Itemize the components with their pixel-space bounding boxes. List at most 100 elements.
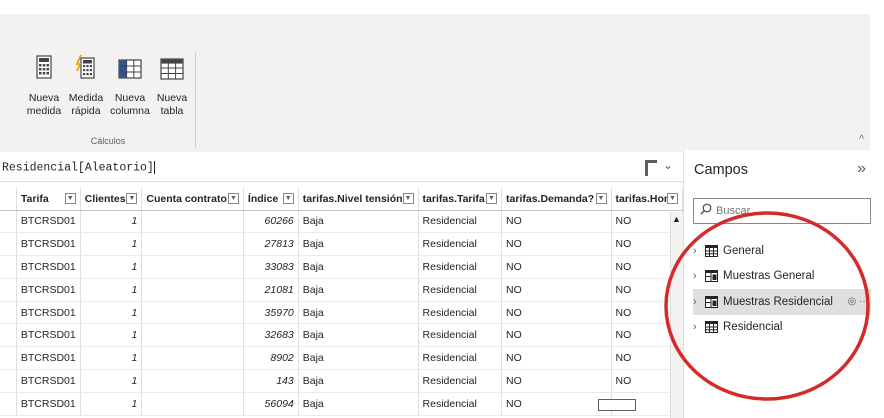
table-cell[interactable]: NO bbox=[501, 255, 612, 279]
formula-bar[interactable]: Residencial[Aleatorio] ⌄ bbox=[0, 156, 683, 182]
table-cell[interactable]: 1 bbox=[80, 255, 143, 279]
table-cell[interactable] bbox=[0, 232, 17, 257]
collapse-pane-icon[interactable]: » bbox=[857, 160, 866, 178]
table-cell[interactable]: Baja bbox=[298, 301, 419, 325]
table-cell[interactable]: Baja bbox=[298, 278, 419, 302]
table-cell[interactable]: BTCRSD01 bbox=[16, 278, 81, 302]
table-cell[interactable]: BTCRSD01 bbox=[16, 210, 81, 234]
table-cell[interactable]: 1 bbox=[80, 392, 143, 416]
table-cell[interactable]: 1 bbox=[80, 210, 143, 234]
table-cell[interactable] bbox=[141, 278, 244, 302]
column-header[interactable]: Cuenta contrato ▼ bbox=[141, 188, 244, 211]
table-row[interactable]: BTCRSD01 1 33083 Baja Residencial NO NO bbox=[0, 255, 683, 279]
table-cell[interactable]: 35970 bbox=[243, 301, 299, 325]
column-filter-dropdown-icon[interactable]: ▼ bbox=[486, 193, 498, 204]
table-cell[interactable]: Baja bbox=[298, 392, 419, 416]
new-column-button[interactable]: Nueva columna bbox=[108, 54, 152, 118]
table-cell[interactable]: 33083 bbox=[243, 255, 299, 279]
column-header[interactable] bbox=[0, 188, 17, 211]
column-filter-dropdown-icon[interactable]: ▼ bbox=[402, 193, 414, 204]
table-cell[interactable]: Baja bbox=[298, 255, 419, 279]
table-cell[interactable]: NO bbox=[501, 369, 612, 393]
column-filter-dropdown-icon[interactable]: ▼ bbox=[126, 193, 138, 204]
table-row[interactable]: BTCRSD01 1 60266 Baja Residencial NO NO bbox=[0, 210, 683, 234]
table-cell[interactable] bbox=[141, 346, 244, 371]
column-header[interactable]: tarifas.Nivel tensión ▼ bbox=[298, 188, 419, 211]
table-cell[interactable]: 8902 bbox=[243, 346, 299, 371]
table-cell[interactable] bbox=[0, 255, 17, 279]
table-cell[interactable]: 60266 bbox=[243, 210, 299, 234]
table-cell[interactable]: 143 bbox=[243, 369, 299, 393]
table-cell[interactable] bbox=[141, 392, 244, 416]
column-filter-dropdown-icon[interactable]: ▼ bbox=[227, 193, 239, 204]
table-cell[interactable] bbox=[0, 346, 17, 371]
column-header[interactable]: Clientes ▼ bbox=[80, 188, 143, 211]
column-filter-dropdown-icon[interactable]: ▼ bbox=[282, 193, 294, 204]
table-cell[interactable]: NO bbox=[501, 210, 612, 234]
table-cell[interactable]: Residencial bbox=[418, 323, 503, 348]
new-table-button[interactable]: Nueva tabla bbox=[150, 54, 194, 118]
table-cell[interactable]: NO bbox=[501, 392, 612, 416]
table-cell[interactable]: BTCRSD01 bbox=[16, 301, 81, 325]
flag-icon[interactable] bbox=[645, 160, 657, 176]
quick-measure-button[interactable]: Medida rápida bbox=[64, 54, 108, 118]
column-header[interactable]: tarifas.Demanda? ▼ bbox=[501, 188, 612, 211]
table-cell[interactable]: BTCRSD01 bbox=[16, 232, 81, 257]
table-cell[interactable]: 56094 bbox=[243, 392, 299, 416]
table-row[interactable]: BTCRSD01 1 35970 Baja Residencial NO NO bbox=[0, 301, 683, 325]
table-cell[interactable] bbox=[0, 392, 17, 416]
table-cell[interactable]: Baja bbox=[298, 346, 419, 371]
table-cell[interactable]: BTCRSD01 bbox=[16, 255, 81, 279]
table-row[interactable]: BTCRSD01 1 21081 Baja Residencial NO NO bbox=[0, 278, 683, 302]
table-cell[interactable]: Baja bbox=[298, 232, 419, 257]
table-cell[interactable]: Residencial bbox=[418, 210, 503, 234]
table-cell[interactable]: Residencial bbox=[418, 392, 503, 416]
table-cell[interactable]: 21081 bbox=[243, 278, 299, 302]
table-cell[interactable]: 1 bbox=[80, 323, 143, 348]
collapse-ribbon-icon[interactable]: ^ bbox=[859, 134, 864, 145]
table-cell[interactable] bbox=[0, 323, 17, 348]
table-cell[interactable]: 27813 bbox=[243, 232, 299, 257]
table-cell[interactable]: Baja bbox=[298, 210, 419, 234]
table-cell[interactable]: Baja bbox=[298, 369, 419, 393]
table-cell[interactable]: BTCRSD01 bbox=[16, 346, 81, 371]
table-cell[interactable] bbox=[141, 232, 244, 257]
table-row[interactable]: BTCRSD01 1 8902 Baja Residencial NO NO bbox=[0, 346, 683, 371]
table-row[interactable]: BTCRSD01156094BajaResidencialNONO bbox=[0, 392, 683, 416]
table-cell[interactable]: 1 bbox=[80, 278, 143, 302]
new-measure-button[interactable]: Nueva medida bbox=[22, 54, 66, 118]
table-cell[interactable]: 32683 bbox=[243, 323, 299, 348]
table-cell[interactable]: Residencial bbox=[418, 278, 503, 302]
table-cell[interactable]: BTCRSD01 bbox=[16, 392, 81, 416]
table-cell[interactable]: Residencial bbox=[418, 301, 503, 325]
table-row[interactable]: BTCRSD01 1 32683 Baja Residencial NO NO bbox=[0, 323, 683, 348]
table-cell[interactable] bbox=[141, 301, 244, 325]
table-cell[interactable] bbox=[141, 255, 244, 279]
expand-formula-icon[interactable]: ⌄ bbox=[663, 158, 673, 172]
column-header[interactable]: tarifas.Tarifa ▼ bbox=[418, 188, 503, 211]
table-cell[interactable] bbox=[141, 323, 244, 348]
table-cell[interactable] bbox=[0, 210, 17, 234]
table-cell[interactable]: BTCRSD01 bbox=[16, 323, 81, 348]
table-cell[interactable] bbox=[0, 369, 17, 393]
table-cell[interactable]: NO bbox=[501, 232, 612, 257]
table-cell[interactable] bbox=[0, 278, 17, 302]
table-cell[interactable] bbox=[141, 210, 244, 234]
table-cell[interactable]: NO bbox=[501, 301, 612, 325]
column-filter-dropdown-icon[interactable]: ▼ bbox=[595, 193, 607, 204]
table-row[interactable]: BTCRSD01 1 143 Baja Residencial NO NO bbox=[0, 369, 683, 393]
table-cell[interactable]: Baja bbox=[298, 323, 419, 348]
table-cell[interactable]: Residencial bbox=[418, 255, 503, 279]
table-cell[interactable]: Residencial bbox=[418, 369, 503, 393]
table-cell[interactable]: Residencial bbox=[418, 346, 503, 371]
column-filter-dropdown-icon[interactable]: ▼ bbox=[667, 193, 678, 204]
table-cell[interactable] bbox=[0, 301, 17, 325]
table-cell[interactable]: 1 bbox=[80, 346, 143, 371]
table-cell[interactable]: Residencial bbox=[418, 232, 503, 257]
table-cell[interactable]: 1 bbox=[80, 301, 143, 325]
column-filter-dropdown-icon[interactable]: ▼ bbox=[64, 193, 76, 204]
table-cell[interactable]: 1 bbox=[80, 232, 143, 257]
table-cell[interactable]: NO bbox=[501, 278, 612, 302]
column-header[interactable]: Tarifa ▼ bbox=[16, 188, 81, 211]
table-cell[interactable]: BTCRSD01 bbox=[16, 369, 81, 393]
